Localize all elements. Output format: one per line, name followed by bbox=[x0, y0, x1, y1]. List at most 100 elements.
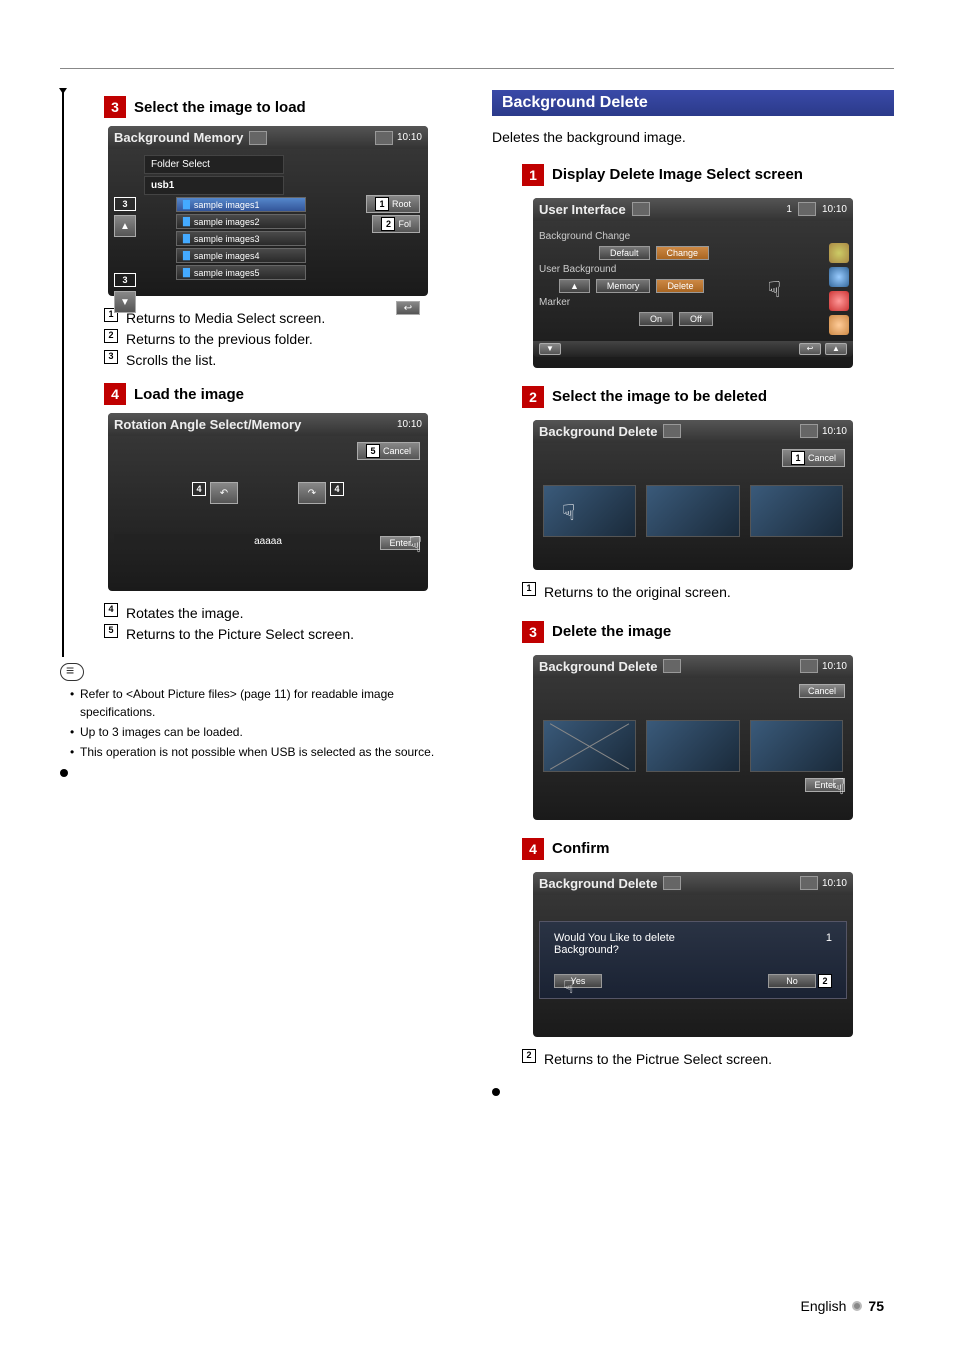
thumbnail[interactable]: ☟ bbox=[543, 485, 636, 537]
nav-left-icon[interactable] bbox=[632, 202, 650, 216]
rotate-cw-button[interactable]: ↷ bbox=[298, 482, 326, 504]
folder-name: usb1 bbox=[144, 176, 284, 195]
thumbnail[interactable] bbox=[646, 485, 739, 537]
ref-num: 5 bbox=[104, 624, 118, 638]
thumb-button[interactable]: ▲ bbox=[559, 279, 590, 293]
thumbnail-deleted[interactable] bbox=[543, 720, 636, 772]
thumbnail[interactable] bbox=[750, 485, 843, 537]
page-up-button[interactable]: ▲ bbox=[825, 343, 847, 355]
ref-num: 3 bbox=[104, 350, 118, 364]
file-item[interactable]: ▇sample images2 bbox=[176, 214, 306, 229]
nav-left-icon[interactable] bbox=[249, 131, 267, 145]
page-down-button[interactable]: ▼ bbox=[539, 343, 561, 355]
dialog-page: 1 bbox=[826, 932, 832, 944]
cancel-button[interactable]: 1Cancel bbox=[782, 449, 845, 467]
file-item[interactable]: ▇sample images4 bbox=[176, 248, 306, 263]
section-end-dot bbox=[492, 1088, 500, 1096]
side-shortcut-icon[interactable] bbox=[829, 291, 849, 311]
file-item[interactable]: ▇sample images3 bbox=[176, 231, 306, 246]
nav-right-icon[interactable] bbox=[800, 876, 818, 890]
root-button[interactable]: 1Root bbox=[366, 195, 420, 213]
step-number: 3 bbox=[104, 96, 126, 118]
folder-button[interactable]: 2Fol bbox=[372, 215, 420, 233]
return-icon[interactable]: ↩ bbox=[396, 301, 420, 315]
ref-text: Returns to the Pictrue Select screen. bbox=[544, 1049, 772, 1070]
ref-num: 4 bbox=[104, 603, 118, 617]
cancel-button[interactable]: Cancel bbox=[799, 684, 845, 698]
thumbnail[interactable] bbox=[750, 720, 843, 772]
nav-left-icon[interactable] bbox=[663, 876, 681, 890]
return-button[interactable]: ↩ bbox=[799, 343, 821, 355]
clock: 10:10 bbox=[397, 132, 422, 143]
side-shortcut-icon[interactable] bbox=[829, 315, 849, 335]
nav-left-icon[interactable] bbox=[663, 659, 681, 673]
clock: 10:10 bbox=[822, 878, 847, 889]
row-label: Marker bbox=[539, 297, 639, 308]
yes-button[interactable]: Yes☟ bbox=[554, 974, 602, 988]
callout-5: 5 bbox=[366, 444, 380, 458]
nav-right-icon[interactable] bbox=[798, 202, 816, 216]
ref-text: Returns to the Picture Select screen. bbox=[126, 624, 354, 645]
hand-pointer-icon: ☟ bbox=[562, 500, 575, 526]
no-button[interactable]: No bbox=[768, 974, 816, 988]
default-button[interactable]: Default bbox=[599, 246, 650, 260]
section-end-dot bbox=[60, 769, 68, 777]
ref-text: Rotates the image. bbox=[126, 603, 244, 624]
nav-left-icon[interactable] bbox=[663, 424, 681, 438]
note-item: Up to 3 images can be loaded. bbox=[70, 723, 462, 741]
screen-title: User Interface bbox=[539, 202, 626, 217]
nav-right-icon[interactable] bbox=[800, 659, 818, 673]
clock: 10:10 bbox=[822, 426, 847, 437]
hand-pointer-icon: ☟ bbox=[563, 977, 574, 998]
reference-list: 2Returns to the Pictrue Select screen. bbox=[522, 1049, 894, 1070]
screen-title: Background Delete bbox=[539, 876, 657, 891]
nav-right-icon[interactable] bbox=[800, 424, 818, 438]
thumbnail[interactable] bbox=[646, 720, 739, 772]
memory-button[interactable]: Memory bbox=[596, 279, 651, 293]
ref-text: Returns to the original screen. bbox=[544, 582, 731, 603]
folder-icon: ▇ bbox=[183, 250, 190, 261]
callout-2: 2 bbox=[381, 217, 395, 231]
step-4-heading: 4 Load the image bbox=[104, 383, 462, 405]
footer-page-number: 75 bbox=[868, 1298, 884, 1314]
ref-text: Returns to the previous folder. bbox=[126, 329, 313, 350]
off-button[interactable]: Off bbox=[679, 312, 713, 326]
step-2-heading: 2 Select the image to be deleted bbox=[522, 386, 894, 408]
folder-icon: ▇ bbox=[183, 216, 190, 227]
section-heading: Background Delete bbox=[492, 90, 894, 116]
note-item: This operation is not possible when USB … bbox=[70, 743, 462, 761]
reference-list: 1 Returns to the original screen. bbox=[522, 582, 894, 603]
notes-list: Refer to <About Picture files> (page 11)… bbox=[60, 685, 462, 763]
folder-icon: ▇ bbox=[183, 267, 190, 278]
hand-pointer-icon: ☟ bbox=[768, 277, 781, 303]
screen-title: Background Memory bbox=[114, 130, 243, 145]
folder-icon: ▇ bbox=[183, 233, 190, 244]
side-shortcut-icon[interactable] bbox=[829, 267, 849, 287]
up-arrow-button[interactable]: ▲ bbox=[114, 215, 136, 237]
on-button[interactable]: On bbox=[639, 312, 673, 326]
folder-select-label: Folder Select bbox=[144, 155, 284, 174]
delete-button[interactable]: Delete bbox=[656, 279, 704, 293]
screen-title: Background Delete bbox=[539, 659, 657, 674]
change-button[interactable]: Change bbox=[656, 246, 710, 260]
rotation-angle-screen: Rotation Angle Select/Memory 10:10 5Canc… bbox=[108, 413, 428, 591]
nav-right-icon[interactable] bbox=[375, 131, 393, 145]
step-title: Confirm bbox=[552, 840, 610, 857]
down-arrow-button[interactable]: ▼ bbox=[114, 291, 136, 313]
step-3-heading: 3 Select the image to load bbox=[104, 96, 462, 118]
cancel-button[interactable]: 5Cancel bbox=[357, 442, 420, 460]
step-title: Display Delete Image Select screen bbox=[552, 166, 803, 183]
file-item[interactable]: ▇sample images5 bbox=[176, 265, 306, 280]
page-footer: English 75 bbox=[801, 1298, 885, 1314]
ref-num: 1 bbox=[522, 582, 536, 596]
step-title: Select the image to be deleted bbox=[552, 388, 767, 405]
dialog-text: Would You Like to delete bbox=[554, 932, 675, 944]
clock: 10:10 bbox=[397, 419, 422, 430]
row-label: Background Change bbox=[539, 231, 639, 242]
ref-text: Scrolls the list. bbox=[126, 350, 216, 371]
step-3-heading: 3 Delete the image bbox=[522, 621, 894, 643]
step-number: 4 bbox=[104, 383, 126, 405]
side-shortcut-icon[interactable] bbox=[829, 243, 849, 263]
file-item[interactable]: ▇sample images1 bbox=[176, 197, 306, 212]
rotate-ccw-button[interactable]: ↶ bbox=[210, 482, 238, 504]
